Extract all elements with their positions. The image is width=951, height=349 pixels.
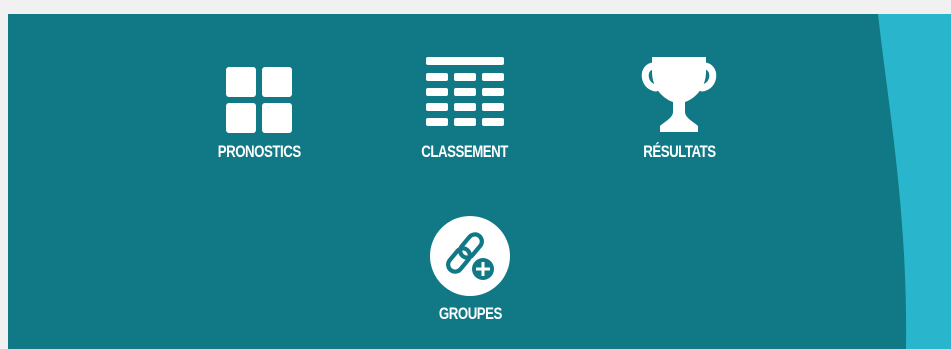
nav-item-resultats[interactable]: RÉSULTATS [634,54,724,162]
trophy-icon [641,57,717,132]
nav-label-groupes: GROUPES [438,304,502,323]
link-add-icon [446,232,494,280]
nav-label-classement: CLASSEMENT [421,142,509,161]
nav-item-groupes[interactable]: GROUPES [430,216,510,324]
nav-label-resultats: RÉSULTATS [642,142,716,161]
groupes-icon-circle [430,216,510,296]
nav-item-classement[interactable]: CLASSEMENT [415,56,515,162]
menu-panel: PRONOSTICS CLASSEMENT RÉSULTATS GROUPES [8,14,951,349]
grid-icon [226,67,292,133]
table-icon [426,57,504,126]
nav-item-pronostics[interactable]: PRONOSTICS [214,66,304,162]
nav-label-pronostics: PRONOSTICS [217,142,301,161]
